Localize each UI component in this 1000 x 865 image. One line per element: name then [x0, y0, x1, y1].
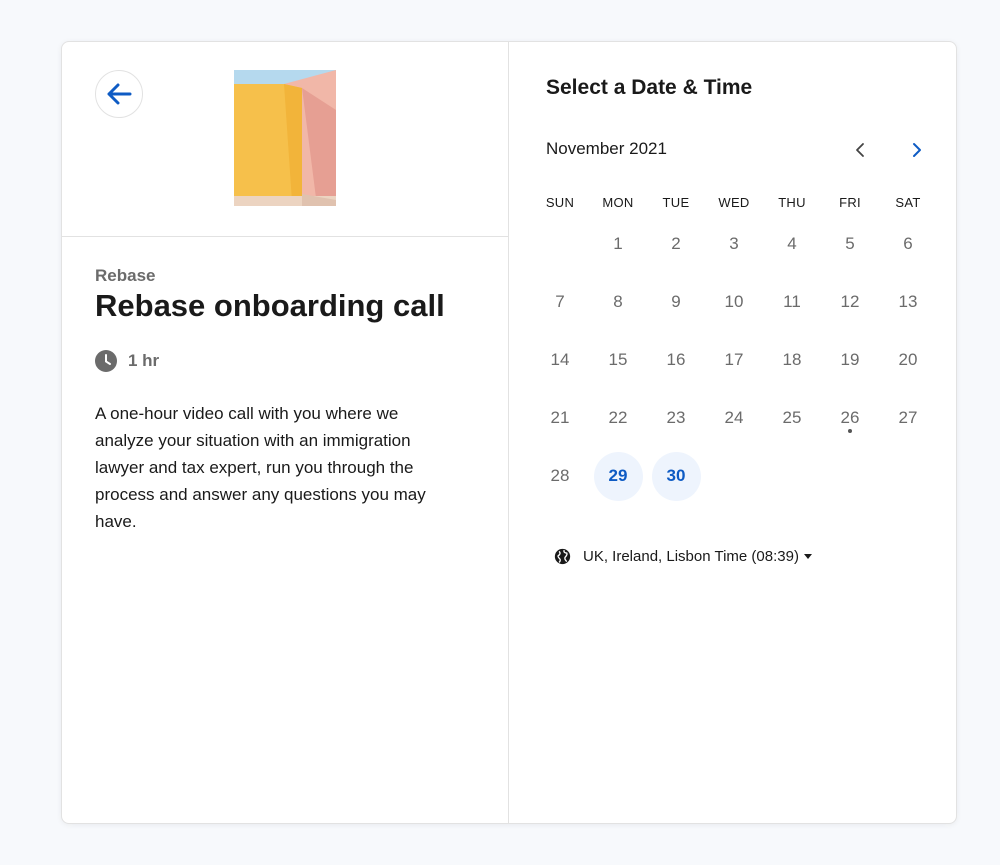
calendar-day[interactable]: 30	[647, 447, 705, 505]
weekday-label: FRI	[839, 195, 861, 210]
duration-label: 1 hr	[128, 351, 160, 370]
scheduling-card: Rebase Rebase onboarding call 1 hr A one…	[61, 41, 957, 824]
calendar-day: 3	[705, 215, 763, 273]
timezone-selector[interactable]: UK, Ireland, Lisbon Time (08:39)	[554, 548, 812, 565]
weekday-label: SAT	[895, 195, 921, 210]
weekday-header: SUN MON TUE WED THU FRI SAT	[531, 195, 937, 210]
calendar-day: 17	[705, 331, 763, 389]
today-indicator	[848, 429, 852, 433]
day-number: 11	[783, 292, 801, 311]
chevron-left-icon	[856, 143, 864, 157]
calendar-day: 6	[879, 215, 937, 273]
calendar-day: 8	[589, 273, 647, 331]
event-header	[62, 42, 508, 237]
arrow-left-icon	[107, 83, 132, 105]
calendar-day: 1	[589, 215, 647, 273]
weekday-label: TUE	[662, 195, 690, 210]
calendar-day: 11	[763, 273, 821, 331]
globe-icon	[554, 548, 571, 565]
calendar-day: 28	[531, 447, 589, 505]
day-number: 14	[550, 350, 570, 369]
event-title: Rebase onboarding call	[95, 288, 445, 323]
calendar-day: 4	[763, 215, 821, 273]
day-number: 8	[613, 292, 623, 311]
weekday-label: MON	[602, 195, 634, 210]
calendar-day: 9	[647, 273, 705, 331]
day-number: 9	[671, 292, 681, 311]
date-time-heading: Select a Date & Time	[546, 76, 753, 99]
day-number: 17	[724, 350, 744, 369]
date-picker-pane: Select a Date & Time November 2021 SUN MO…	[509, 42, 956, 823]
calendar-day: 15	[589, 331, 647, 389]
day-number: 25	[782, 408, 802, 427]
day-number: 28	[550, 466, 570, 485]
day-number: 19	[840, 350, 860, 369]
weekday-label: WED	[718, 195, 750, 210]
calendar-day[interactable]: 29	[589, 447, 647, 505]
calendar-day: 19	[821, 331, 879, 389]
day-number: 15	[608, 350, 628, 369]
calendar-day: 13	[879, 273, 937, 331]
month-label: November 2021	[546, 139, 667, 158]
day-number: 27	[898, 408, 918, 427]
calendar-day: 25	[763, 389, 821, 447]
day-number: 18	[782, 350, 802, 369]
calendar-day: 18	[763, 331, 821, 389]
calendar-day: 5	[821, 215, 879, 273]
calendar-blank-cell	[531, 215, 589, 273]
day-number: 24	[724, 408, 744, 427]
calendar-day: 16	[647, 331, 705, 389]
day-number: 3	[729, 234, 739, 253]
calendar-day: 14	[531, 331, 589, 389]
day-number: 5	[845, 234, 855, 253]
timezone-label: UK, Ireland, Lisbon Time (08:39)	[583, 548, 799, 565]
organization-name: Rebase	[95, 266, 156, 285]
day-number: 26	[840, 408, 860, 427]
calendar-day: 12	[821, 273, 879, 331]
calendar-day: 23	[647, 389, 705, 447]
available-day-button[interactable]: 30	[651, 451, 701, 501]
event-duration: 1 hr	[95, 350, 159, 372]
weekday-label: THU	[778, 195, 806, 210]
day-number: 2	[671, 234, 681, 253]
calendar-day: 21	[531, 389, 589, 447]
day-number: 16	[666, 350, 686, 369]
day-number: 23	[666, 408, 686, 427]
day-number: 21	[550, 408, 570, 427]
calendar-day: 20	[879, 331, 937, 389]
day-number: 13	[898, 292, 918, 311]
next-month-button[interactable]	[903, 136, 931, 164]
day-number: 4	[787, 234, 797, 253]
calendar-day: 22	[589, 389, 647, 447]
available-day-button[interactable]: 29	[593, 451, 643, 501]
chevron-right-icon	[913, 143, 921, 157]
calendar-day: 7	[531, 273, 589, 331]
clock-icon	[95, 350, 117, 372]
day-number: 12	[840, 292, 860, 311]
event-description: A one-hour video call with you where we …	[95, 404, 426, 531]
calendar-day: 24	[705, 389, 763, 447]
day-number: 1	[613, 234, 623, 253]
weekday-label: SUN	[545, 195, 575, 210]
event-cover-image	[234, 70, 336, 206]
day-number: 20	[898, 350, 918, 369]
day-number: 6	[903, 234, 913, 253]
calendar-grid: 1 2 3 4 5 6 7 8 9 10 11 12 13 14 15 16 17 18 19 20 21 22 23 24 2…	[531, 215, 937, 505]
calendar-day: 26	[821, 389, 879, 447]
calendar-day: 27	[879, 389, 937, 447]
day-number: 7	[555, 292, 565, 311]
day-number: 10	[724, 292, 744, 311]
back-button[interactable]	[95, 70, 143, 118]
day-number: 22	[608, 408, 628, 427]
event-details-pane: Rebase Rebase onboarding call 1 hr A one…	[62, 42, 509, 823]
previous-month-button	[846, 136, 874, 164]
calendar-day: 10	[705, 273, 763, 331]
calendar-day: 2	[647, 215, 705, 273]
caret-down-icon	[803, 554, 812, 559]
